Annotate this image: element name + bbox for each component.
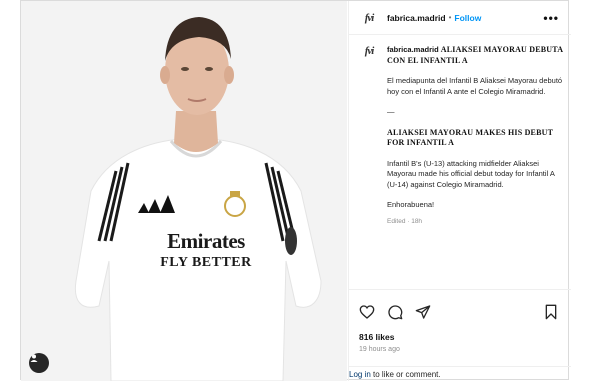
caption-closing: Enhorabuena! [387, 200, 435, 209]
caption-divider: — [387, 107, 395, 116]
account-avatar[interactable]: fvi [357, 6, 381, 30]
caption-area: fvi fabrica.madrid ALIAKSEI MAYORAU DEBU… [349, 41, 571, 285]
likes-count[interactable]: 816 likes [359, 332, 394, 342]
caption-title-en: ALIAKSEI MAYORAU MAKES HIS DEBUT FOR INF… [387, 127, 553, 148]
more-options-button[interactable]: ••• [543, 11, 559, 25]
login-prompt-text: to like or comment. [370, 370, 441, 379]
share-icon[interactable] [415, 304, 431, 320]
separator-dot: • [448, 13, 452, 22]
instagram-post: Emirates FLY BETTER fvi fabrica.madrid •… [20, 0, 571, 381]
follow-button[interactable]: Follow [454, 13, 481, 23]
sponsor-slogan: FLY BETTER [160, 255, 252, 270]
post-image[interactable]: Emirates FLY BETTER [21, 1, 347, 381]
caption-username[interactable]: fabrica.madrid [387, 45, 439, 54]
caption-body: fabrica.madrid ALIAKSEI MAYORAU DEBUTA C… [381, 45, 563, 227]
post-timestamp[interactable]: 19 hours ago [359, 346, 400, 353]
login-link[interactable]: Log in [349, 370, 371, 379]
bookmark-icon[interactable] [543, 304, 559, 320]
caption-avatar[interactable]: fvi [357, 45, 381, 69]
comment-icon[interactable] [387, 304, 403, 320]
user-tag-button[interactable] [29, 353, 49, 373]
post-actions: 816 likes 19 hours ago Log in to like or… [349, 289, 571, 381]
player-photo [21, 1, 347, 381]
caption-text-en: Infantil B's (U-13) attacking midfielder… [387, 158, 555, 189]
user-tag-icon [30, 354, 38, 362]
post-header: fvi fabrica.madrid • Follow ••• [349, 1, 571, 35]
caption-text-es: El mediapunta del Infantil B Aliaksei Ma… [387, 76, 563, 96]
sponsor-name: Emirates [167, 229, 245, 253]
post-sidebar: fvi fabrica.madrid • Follow ••• fvi fabr… [348, 1, 571, 381]
caption-meta: Edited · 18h [387, 217, 423, 225]
heart-icon[interactable] [359, 304, 375, 320]
header-username[interactable]: fabrica.madrid [387, 13, 446, 23]
